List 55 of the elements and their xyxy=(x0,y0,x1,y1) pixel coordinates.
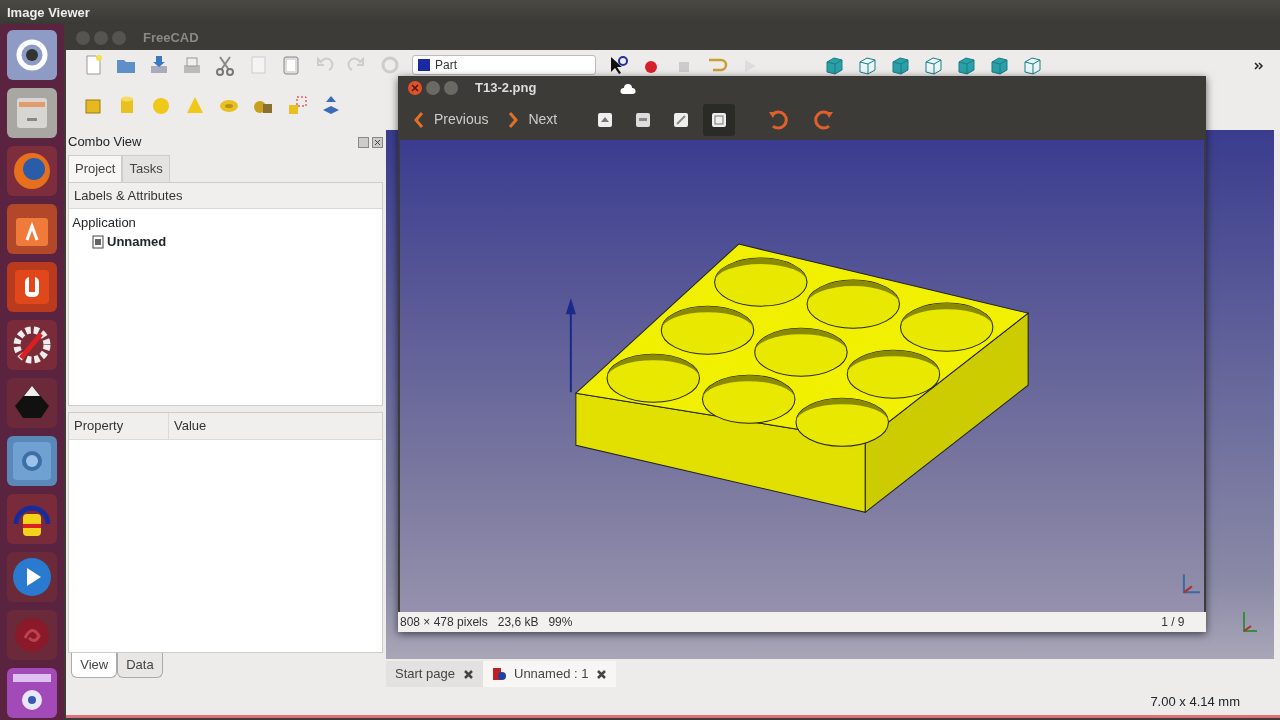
ink-blot-icon[interactable] xyxy=(7,378,57,428)
tab[interactable]: View xyxy=(71,653,118,678)
tab[interactable]: Tasks xyxy=(122,155,170,182)
tree-item[interactable]: Unnamed xyxy=(107,232,167,252)
shopping-bag-icon[interactable] xyxy=(7,204,57,254)
maximize-icon[interactable] xyxy=(444,80,458,95)
file-size: 23,6 kB xyxy=(497,614,539,632)
zoom-level: 99% xyxy=(548,614,573,632)
window-title: FreeCAD xyxy=(143,29,199,48)
tile-icon[interactable] xyxy=(7,262,57,312)
column-header[interactable]: Property xyxy=(69,413,169,439)
file-cabinet-icon[interactable] xyxy=(7,88,57,138)
disc-player-icon[interactable] xyxy=(7,668,57,718)
circle-logo-icon[interactable] xyxy=(7,30,57,80)
document-icon xyxy=(492,667,506,681)
close-icon[interactable] xyxy=(372,136,383,148)
panel-title: Combo View xyxy=(68,133,142,152)
document-icon xyxy=(91,234,104,249)
close-icon[interactable] xyxy=(596,668,608,680)
gear-icon[interactable] xyxy=(7,320,57,370)
view-button[interactable] xyxy=(703,103,736,136)
axis-icon xyxy=(1182,574,1200,594)
chevron-icon xyxy=(412,109,426,130)
image-position: 1 / 9 xyxy=(1161,614,1185,632)
save-icon[interactable] xyxy=(148,54,170,76)
previous-button[interactable]: Previous xyxy=(406,105,495,135)
chevron-icon xyxy=(506,109,521,130)
tray-icon[interactable] xyxy=(181,54,203,76)
rotate-right-icon[interactable] xyxy=(811,107,836,132)
tab[interactable]: Data xyxy=(117,653,163,678)
play-icon[interactable] xyxy=(7,552,57,602)
close-icon[interactable] xyxy=(408,80,422,95)
column-header[interactable]: Value xyxy=(169,413,212,439)
document-tab[interactable]: Unnamed : 1 xyxy=(483,661,617,687)
app-title: Image Viewer xyxy=(7,5,90,20)
shape-builder-icon[interactable] xyxy=(286,94,308,116)
close-icon[interactable] xyxy=(463,668,474,680)
status-text: 7.00 x 4.14 mm xyxy=(1150,693,1240,712)
spiral-icon[interactable] xyxy=(7,610,57,660)
cloud-icon[interactable] xyxy=(620,82,637,95)
minimize-icon[interactable] xyxy=(426,80,440,95)
workbench-dropdown[interactable]: Part xyxy=(412,55,596,75)
globe-icon[interactable] xyxy=(7,146,57,196)
tree-item[interactable]: Application xyxy=(72,214,136,230)
tab[interactable]: Project xyxy=(68,155,123,182)
next-button[interactable]: Next xyxy=(500,105,564,135)
round-emblem-icon[interactable] xyxy=(7,436,57,486)
column-header[interactable]: Labels & Attributes xyxy=(69,182,382,210)
document-tab[interactable]: Start page xyxy=(386,661,483,687)
headphones-icon[interactable] xyxy=(7,494,57,544)
scissors-icon[interactable] xyxy=(214,54,236,76)
clipboard-icon[interactable] xyxy=(280,54,302,76)
overflow-icon[interactable] xyxy=(1254,60,1264,71)
image-size: 808 × 478 pixels xyxy=(400,614,488,632)
window-title: T13-2.png xyxy=(475,79,537,98)
